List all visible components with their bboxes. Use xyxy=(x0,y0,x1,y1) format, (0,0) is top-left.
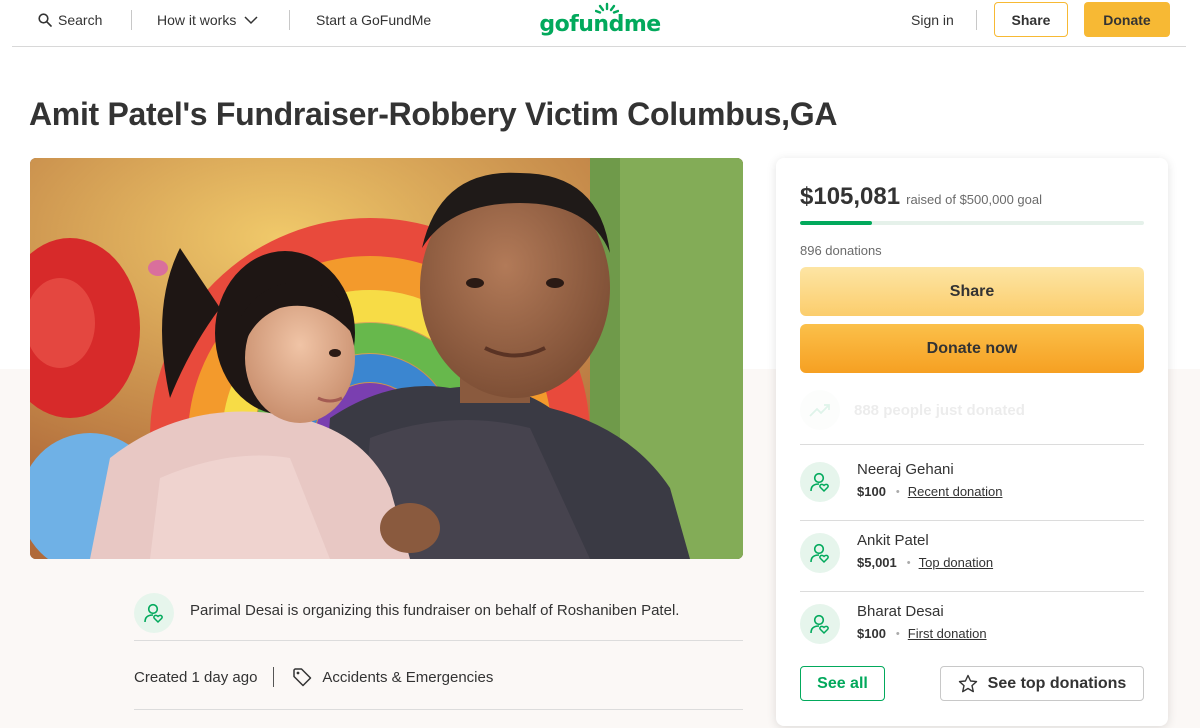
fundraiser-meta: Created 1 day ago Accidents & Emergencie… xyxy=(134,662,743,692)
created-date: Created 1 day ago xyxy=(134,668,258,686)
donor-details: $5,001 • Top donation xyxy=(857,555,993,570)
avatar xyxy=(134,592,174,633)
user-heart-icon xyxy=(144,603,163,623)
donate-button[interactable]: Donate xyxy=(1084,2,1170,37)
signin-label: Sign in xyxy=(911,12,954,28)
donor-amount: $100 xyxy=(857,484,886,499)
trending-icon-circle xyxy=(800,390,840,430)
user-heart-icon xyxy=(810,543,829,564)
how-it-works-label: How it works xyxy=(157,12,237,28)
search-label: Search xyxy=(58,12,103,28)
raised-summary: $105,081 raised of $500,000 goal xyxy=(800,183,1042,211)
top-nav: Search How it works Start a GoFundMe gof… xyxy=(12,0,1186,47)
user-heart-icon xyxy=(810,614,829,635)
donor-amount: $100 xyxy=(857,626,886,641)
donor-details: $100 • Recent donation xyxy=(857,484,1002,499)
category-link[interactable]: Accidents & Emergencies xyxy=(292,667,493,687)
progress-bar xyxy=(800,221,1144,225)
category-label: Accidents & Emergencies xyxy=(322,668,494,686)
donor-name: Neeraj Gehani xyxy=(857,461,954,478)
start-gofundme-link[interactable]: Start a GoFundMe xyxy=(316,12,431,28)
card-divider xyxy=(800,520,1144,521)
meta-divider xyxy=(273,667,275,687)
how-it-works-menu[interactable]: How it works xyxy=(157,12,258,28)
tag-icon xyxy=(293,668,312,687)
organizer-info: Parimal Desai is organizing this fundrai… xyxy=(134,585,743,641)
donor-tag-link[interactable]: First donation xyxy=(908,626,987,641)
bullet-separator: • xyxy=(895,485,900,498)
chevron-down-icon xyxy=(244,15,258,24)
bullet-separator: • xyxy=(906,556,911,569)
search-link[interactable]: Search xyxy=(38,12,102,28)
see-top-donations-label: See top donations xyxy=(987,674,1127,692)
fundraiser-photo-image xyxy=(30,158,743,559)
donor-tag-link[interactable]: Recent donation xyxy=(908,484,1003,499)
gofundme-logo[interactable]: gofundme xyxy=(539,2,661,40)
just-donated-banner: 888 people just donated xyxy=(800,388,1144,432)
donor-tag-link[interactable]: Top donation xyxy=(919,555,993,570)
donor-name: Ankit Patel xyxy=(857,532,929,549)
user-heart-icon xyxy=(810,472,829,493)
share-button[interactable]: Share xyxy=(800,267,1144,316)
nav-divider xyxy=(289,10,290,30)
organizer-text: Parimal Desai is organizing this fundrai… xyxy=(190,602,680,619)
donor-info: Bharat Desai $100 • First donation xyxy=(857,603,987,641)
nav-divider xyxy=(131,10,132,30)
raised-amount: $105,081 xyxy=(800,183,901,210)
donor-name: Bharat Desai xyxy=(857,603,944,620)
donor-item: Ankit Patel $5,001 • Top donation xyxy=(800,523,1144,593)
donor-item: Neeraj Gehani $100 • Recent donation xyxy=(800,452,1144,522)
avatar xyxy=(800,462,840,502)
progress-bar-fill xyxy=(800,221,873,225)
donor-amount: $5,001 xyxy=(857,555,897,570)
avatar xyxy=(800,533,840,573)
logo-sun-icon xyxy=(595,2,619,14)
trending-up-icon xyxy=(809,404,830,417)
fundraiser-photo[interactable] xyxy=(30,158,743,559)
bullet-separator: • xyxy=(895,627,900,640)
card-divider xyxy=(800,444,1144,445)
donor-info: Neeraj Gehani $100 • Recent donation xyxy=(857,461,1002,499)
donor-item: Bharat Desai $100 • First donation xyxy=(800,594,1144,664)
raised-goal: raised of $500,000 goal xyxy=(906,192,1042,207)
star-icon xyxy=(958,674,977,692)
logo-text: gofundme xyxy=(539,12,661,37)
see-top-donations-button[interactable]: See top donations xyxy=(940,666,1144,701)
see-all-button[interactable]: See all xyxy=(800,666,885,701)
donate-now-button[interactable]: Donate now xyxy=(800,324,1144,373)
start-gofundme-label: Start a GoFundMe xyxy=(316,12,432,28)
donor-details: $100 • First donation xyxy=(857,626,987,641)
just-donated-text: 888 people just donated xyxy=(854,401,1025,419)
signin-link[interactable]: Sign in xyxy=(911,12,954,28)
donation-count: 896 donations xyxy=(800,243,882,258)
donor-info: Ankit Patel $5,001 • Top donation xyxy=(857,532,993,570)
nav-divider xyxy=(976,10,977,30)
search-icon xyxy=(38,13,52,27)
section-divider xyxy=(134,709,743,710)
card-divider xyxy=(800,591,1144,592)
donation-card: $105,081 raised of $500,000 goal 896 don… xyxy=(776,158,1168,726)
share-button[interactable]: Share xyxy=(994,2,1068,37)
avatar xyxy=(800,604,840,644)
page-title: Amit Patel's Fundraiser-Robbery Victim C… xyxy=(29,96,838,132)
